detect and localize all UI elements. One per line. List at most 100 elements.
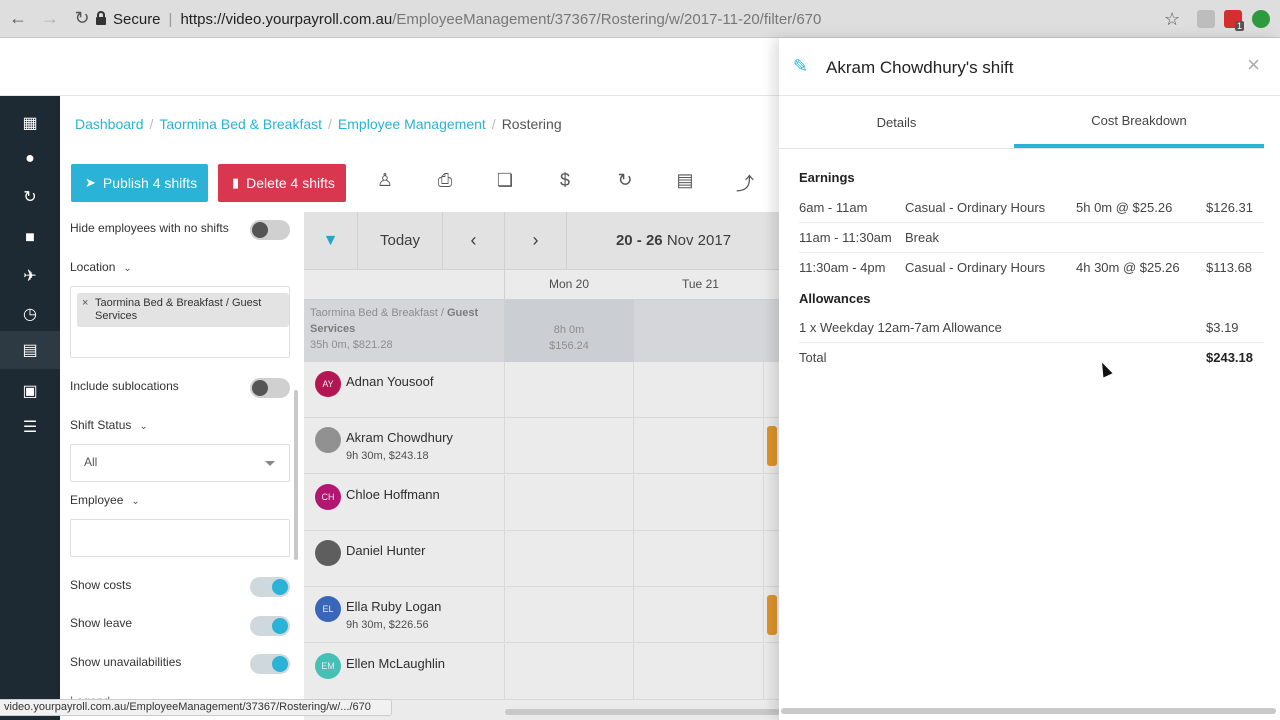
employee-name[interactable]: Ellen McLaughlin (346, 656, 445, 671)
send-icon: ➤ (85, 175, 96, 190)
location-chip: × Taormina Bed & Breakfast / Guest Servi… (77, 293, 289, 327)
total-line: Total $243.18 (799, 350, 1264, 374)
shift-status-label[interactable]: Shift Status ⌄ (70, 418, 148, 432)
show-leave-label: Show leave (70, 616, 133, 630)
remove-chip-icon[interactable]: × (82, 297, 88, 310)
shift-block[interactable] (767, 426, 777, 467)
sidebar-item-sync-icon[interactable]: ↻ (0, 178, 60, 216)
shift-detail-panel: ✎ Akram Chowdhury's shift × Details Cost… (779, 38, 1280, 720)
sidebar-item-list-icon[interactable]: ☰ (0, 408, 60, 446)
calendar-icon[interactable]: ▤ (673, 170, 697, 194)
day-mon: Mon 20 (549, 277, 590, 291)
location-group-row: Taormina Bed & Breakfast / Guest Service… (304, 300, 780, 362)
employee-field[interactable] (70, 519, 290, 557)
url-host: https://video.yourpayroll.com.au (180, 10, 393, 28)
pencil-icon: ✎ (793, 56, 809, 76)
trash-icon: ▮ (232, 175, 240, 190)
allowance-line: 1 x Weekday 12am-7am Allowance $3.19 (799, 313, 1264, 343)
filter-scrollbar[interactable] (294, 390, 298, 560)
next-week-icon[interactable]: › (505, 212, 567, 269)
chevron-down-icon: ⌄ (123, 263, 132, 274)
employee-name[interactable]: Chloe Hoffmann (346, 487, 440, 502)
location-field[interactable]: × Taormina Bed & Breakfast / Guest Servi… (70, 286, 290, 358)
avatar: CH (315, 483, 341, 510)
include-sub-toggle[interactable] (250, 378, 290, 398)
status-url: video.yourpayroll.com.au/EmployeeManagem… (0, 699, 392, 716)
earning-line: 11am - 11:30am Break (799, 223, 1264, 253)
filter-icon[interactable]: ▼ (304, 212, 358, 269)
location-label[interactable]: Location ⌄ (70, 260, 132, 274)
tab-details[interactable]: Details (779, 96, 1014, 148)
forward-icon[interactable]: → (36, 5, 64, 33)
copy-icon[interactable]: ❏ (493, 170, 517, 194)
total-amount: $243.18 (1206, 350, 1253, 365)
update-icon[interactable] (1252, 10, 1270, 28)
sidebar-item-archive-icon[interactable]: ▣ (0, 372, 60, 410)
employee-row[interactable]: Daniel Hunter (304, 530, 780, 587)
panel-scrollbar[interactable] (779, 708, 1280, 714)
extension-badge-count: 1 (1234, 21, 1244, 31)
hide-empty-toggle[interactable] (250, 220, 290, 240)
publish-shifts-button[interactable]: ➤ Publish 4 shifts (71, 164, 208, 202)
employee-name[interactable]: Adnan Yousoof (346, 374, 433, 389)
panel-title: Akram Chowdhury's shift (826, 58, 1014, 77)
print-icon[interactable]: ⎙ (433, 170, 457, 194)
shift-block[interactable] (767, 595, 777, 636)
address-bar[interactable]: Secure | https://video.yourpayroll.com.a… (96, 6, 1186, 32)
employee-row[interactable]: EL Ella Ruby Logan 9h 30m, $226.56 (304, 587, 780, 644)
avatar: AY (315, 371, 341, 397)
date-range: 20 - 26 Nov 2017 (615, 232, 732, 249)
employees-icon[interactable]: ♙ (373, 170, 397, 194)
breadcrumb-dashboard[interactable]: Dashboard (75, 116, 144, 132)
employee-row[interactable]: AY Adnan Yousoof (304, 362, 780, 418)
breadcrumb: Dashboard / Taormina Bed & Breakfast / E… (75, 116, 562, 132)
avatar: EL (315, 596, 341, 623)
extension-icon[interactable] (1197, 10, 1215, 28)
avatar (315, 427, 341, 454)
omnibox-separator: | (168, 10, 173, 28)
show-leave-toggle[interactable] (250, 616, 290, 636)
bookmark-star-icon[interactable]: ☆ (1164, 9, 1180, 30)
sidebar: ▦ ● ↻ ■ ✈ ◷ ▤ ▣ ☰ (0, 96, 60, 720)
employee-row[interactable]: Akram Chowdhury 9h 30m, $243.18 (304, 418, 780, 475)
share-icon[interactable]: ⤴ (733, 170, 757, 194)
delete-shifts-button[interactable]: ▮ Delete 4 shifts (218, 164, 346, 202)
chevron-down-icon: ⌄ (139, 421, 148, 432)
sidebar-item-business-icon[interactable]: ▦ (0, 104, 60, 142)
calendar-scrollbar[interactable] (505, 709, 780, 715)
employee-label[interactable]: Employee ⌄ (70, 493, 140, 507)
sidebar-item-clock-icon[interactable]: ◷ (0, 295, 60, 333)
shift-status-select[interactable]: All (70, 444, 290, 482)
sidebar-item-user-icon[interactable]: ● (0, 140, 60, 178)
back-icon[interactable]: ← (4, 5, 32, 33)
tab-cost-breakdown[interactable]: Cost Breakdown (1014, 96, 1264, 148)
avatar (315, 539, 341, 566)
chevron-down-icon: ⌄ (131, 496, 140, 507)
show-unavail-toggle[interactable] (250, 654, 290, 674)
sidebar-item-plane-icon[interactable]: ✈ (0, 257, 60, 295)
money-bag-icon[interactable]: $ (553, 170, 577, 194)
employee-name[interactable]: Daniel Hunter (346, 543, 426, 558)
earning-line: 11:30am - 4pm Casual - Ordinary Hours 4h… (799, 260, 1253, 275)
today-button[interactable]: Today (358, 212, 443, 269)
sidebar-item-calendar-icon[interactable]: ▤ (0, 331, 60, 369)
allowances-title: Allowances (799, 291, 871, 306)
prev-week-icon[interactable]: ‹ (443, 212, 505, 269)
employee-name[interactable]: Akram Chowdhury (346, 430, 453, 445)
day-header-row: Mon 20 Tue 21 (304, 270, 780, 300)
refresh-icon[interactable]: ↻ (613, 170, 637, 194)
employee-name[interactable]: Ella Ruby Logan (346, 599, 441, 614)
show-costs-toggle[interactable] (250, 577, 290, 597)
calendar-header: ▼ Today ‹ › 20 - 26 Nov 2017 (304, 212, 780, 270)
breadcrumb-current: Rostering (501, 116, 562, 132)
close-icon[interactable]: × (1247, 52, 1260, 78)
mon-total-cell: 8h 0m $156.24 (504, 300, 634, 362)
hide-empty-label: Hide employees with no shifts (70, 221, 229, 235)
employee-row[interactable]: EM Ellen McLaughlin (304, 643, 780, 700)
sidebar-item-folder-icon[interactable]: ■ (0, 219, 60, 257)
extension-badge-icon[interactable]: 1 (1224, 10, 1244, 31)
breadcrumb-business[interactable]: Taormina Bed & Breakfast (159, 116, 322, 132)
breadcrumb-employee-management[interactable]: Employee Management (338, 116, 486, 132)
reload-icon[interactable]: ↻ (68, 5, 96, 33)
employee-row[interactable]: CH Chloe Hoffmann (304, 474, 780, 531)
